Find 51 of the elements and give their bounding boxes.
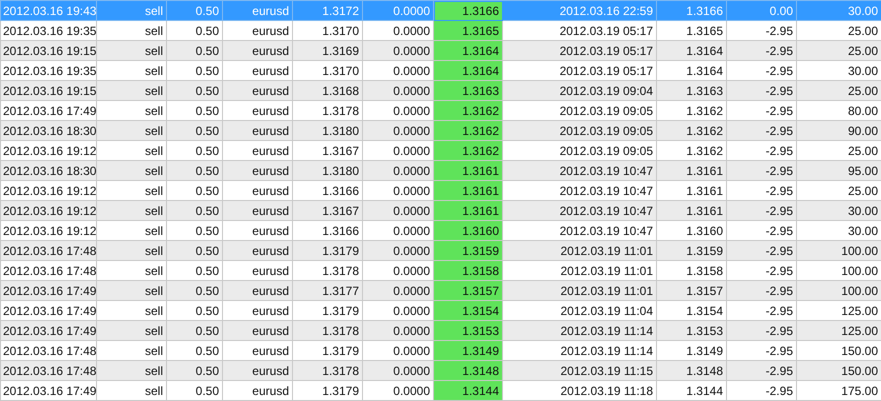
- table-cell: 1.3144: [434, 380, 502, 400]
- table-cell: -2.95: [726, 380, 796, 400]
- table-row[interactable]: 2012.03.16 17:48 sell 0.50 eurusd 1.3179 0.0000 1.3149 2012.03.19 11:14 1.3149 -2.95 150.00: [0, 340, 881, 360]
- table-row[interactable]: 2012.03.16 19:12 sell 0.50 eurusd 1.3167 0.0000 1.3161 2012.03.19 10:47 1.3161 -2.95 30.00: [0, 200, 881, 220]
- table-cell: 1.3166: [434, 0, 502, 20]
- table-cell: sell: [96, 380, 166, 400]
- table-row[interactable]: 2012.03.16 17:49 sell 0.50 eurusd 1.3178 0.0000 1.3153 2012.03.19 11:14 1.3153 -2.95 125.00: [0, 320, 881, 340]
- table-cell: 1.3164: [434, 60, 502, 80]
- table-row[interactable]: 2012.03.16 18:30 sell 0.50 eurusd 1.3180 0.0000 1.3161 2012.03.19 10:47 1.3161 -2.95 95.00: [0, 160, 881, 180]
- table-row[interactable]: 2012.03.16 19:12 sell 0.50 eurusd 1.3166 0.0000 1.3161 2012.03.19 10:47 1.3161 -2.95 25.00: [0, 180, 881, 200]
- table-cell: 1.3179: [292, 380, 362, 400]
- table-cell: 1.3162: [434, 140, 502, 160]
- table-cell: 1.3159: [434, 240, 502, 260]
- table-cell: 1.3161: [434, 180, 502, 200]
- table-cell: 2012.03.16 22:59: [502, 0, 656, 20]
- table-cell: 1.3149: [434, 340, 502, 360]
- table-row[interactable]: 2012.03.16 17:49 sell 0.50 eurusd 1.3177 0.0000 1.3157 2012.03.19 11:01 1.3157 -2.95 100.00: [0, 280, 881, 300]
- table-cell: 1.3144: [656, 380, 726, 400]
- table-cell: 1.3164: [434, 40, 502, 60]
- table-row[interactable]: 2012.03.16 19:15 sell 0.50 eurusd 1.3169 0.0000 1.3164 2012.03.19 05:17 1.3164 -2.95 25.00: [0, 40, 881, 60]
- table-cell: 1.3165: [434, 20, 502, 40]
- table-cell: 1.3153: [434, 320, 502, 340]
- table-row[interactable]: 2012.03.16 17:49 sell 0.50 eurusd 1.3179 0.0000 1.3144 2012.03.19 11:18 1.3144 -2.95 175.00: [0, 380, 881, 400]
- table-cell: 1.3160: [434, 220, 502, 240]
- table-cell: 1.3162: [434, 100, 502, 120]
- table-row[interactable]: 2012.03.16 18:30 sell 0.50 eurusd 1.3180 0.0000 1.3162 2012.03.19 09:05 1.3162 -2.95 90.00: [0, 120, 881, 140]
- table-row[interactable]: 2012.03.16 19:43 sell 0.50 eurusd 1.3172 0.0000 1.3166 2012.03.16 22:59 1.3166 0.00 30.00: [0, 0, 881, 20]
- table-cell: 0.50: [166, 380, 222, 400]
- table-row[interactable]: 2012.03.16 17:48 sell 0.50 eurusd 1.3179 0.0000 1.3159 2012.03.19 11:01 1.3159 -2.95 100.00: [0, 240, 881, 260]
- table-row[interactable]: 2012.03.16 17:48 sell 0.50 eurusd 1.3178 0.0000 1.3148 2012.03.19 11:15 1.3148 -2.95 150.00: [0, 360, 881, 380]
- table-cell: 1.3154: [434, 300, 502, 320]
- table-row[interactable]: 2012.03.16 19:12 sell 0.50 eurusd 1.3167 0.0000 1.3162 2012.03.19 09:05 1.3162 -2.95 25.00: [0, 140, 881, 160]
- table-row[interactable]: 2012.03.16 19:35 sell 0.50 eurusd 1.3170 0.0000 1.3165 2012.03.19 05:17 1.3165 -2.95 25.00: [0, 20, 881, 40]
- table-cell: 2012.03.16 17:49: [0, 380, 96, 400]
- table-cell: 0.0000: [362, 380, 434, 400]
- table-cell: 2012.03.19 11:18: [502, 380, 656, 400]
- table-row[interactable]: 2012.03.16 17:49 sell 0.50 eurusd 1.3178 0.0000 1.3162 2012.03.19 09:05 1.3162 -2.95 80.00: [0, 100, 881, 120]
- table-cell: 1.3161: [434, 160, 502, 180]
- table-row[interactable]: 2012.03.16 19:15 sell 0.50 eurusd 1.3168 0.0000 1.3163 2012.03.19 09:04 1.3163 -2.95 25.00: [0, 80, 881, 100]
- table-cell: 1.3157: [434, 280, 502, 300]
- table-row[interactable]: 2012.03.16 17:48 sell 0.50 eurusd 1.3178 0.0000 1.3158 2012.03.19 11:01 1.3158 -2.95 100.00: [0, 260, 881, 280]
- table-cell: 1.3162: [434, 120, 502, 140]
- table-row[interactable]: 2012.03.16 17:49 sell 0.50 eurusd 1.3179 0.0000 1.3154 2012.03.19 11:04 1.3154 -2.95 125.00: [0, 300, 881, 320]
- table-cell: 1.3161: [434, 200, 502, 220]
- table-cell: 2012.03.16 19:43: [0, 0, 96, 20]
- table-cell: eurusd: [222, 380, 292, 400]
- table-row[interactable]: 2012.03.16 19:35 sell 0.50 eurusd 1.3170 0.0000 1.3164 2012.03.19 05:17 1.3164 -2.95 30.00: [0, 60, 881, 80]
- table-cell: 1.3158: [434, 260, 502, 280]
- table-row[interactable]: 2012.03.16 19:12 sell 0.50 eurusd 1.3166 0.0000 1.3160 2012.03.19 10:47 1.3160 -2.95 30.00: [0, 220, 881, 240]
- table-cell: 1.3148: [434, 360, 502, 380]
- table-cell: 1.3163: [434, 80, 502, 100]
